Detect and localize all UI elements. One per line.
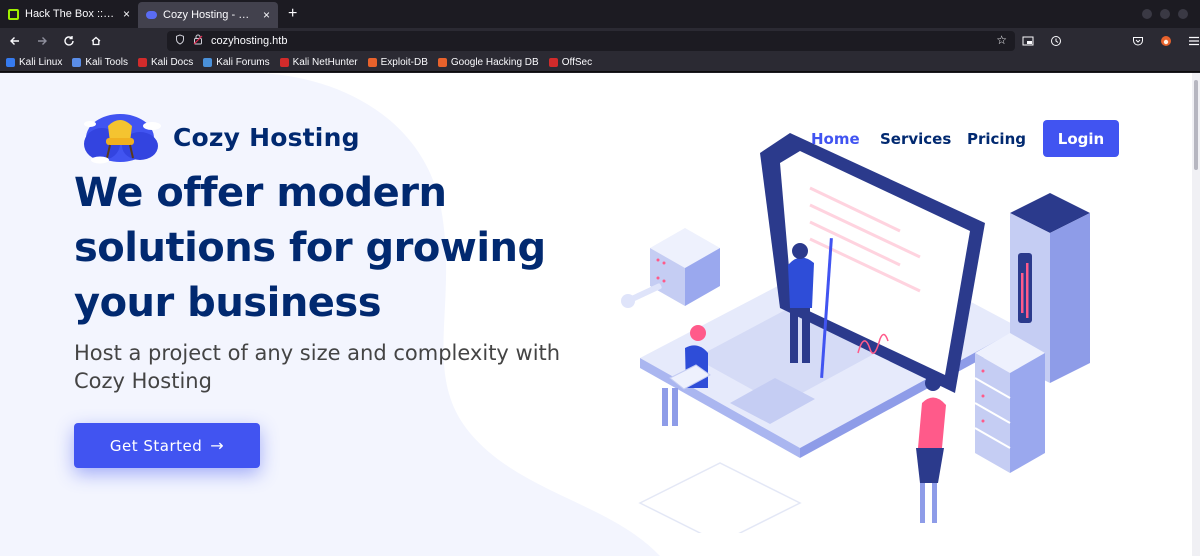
nav-home-link[interactable]: Home xyxy=(811,130,860,148)
bookmark-kali-linux[interactable]: Kali Linux xyxy=(6,57,62,68)
tab-cozy-hosting[interactable]: Cozy Hosting - Home × xyxy=(138,2,278,28)
tab-hackthebox[interactable]: Hack The Box :: Hack The × xyxy=(0,0,138,28)
nav-pricing-link[interactable]: Pricing xyxy=(967,130,1026,148)
picture-in-picture-icon[interactable] xyxy=(1018,31,1038,51)
address-bar[interactable]: cozyhosting.htb ☆ xyxy=(167,31,1015,51)
hackthebox-favicon-icon xyxy=(8,8,19,20)
lock-warning-icon[interactable] xyxy=(193,34,203,48)
bookmark-label: Kali Docs xyxy=(150,57,194,68)
person-woman-right xyxy=(916,375,946,523)
new-tab-button[interactable]: + xyxy=(278,0,307,28)
toolbar-extensions xyxy=(1128,31,1200,51)
menu-hamburger-icon[interactable] xyxy=(1184,31,1200,51)
extension-fox-icon[interactable] xyxy=(1156,31,1176,51)
bookmark-kali-tools[interactable]: Kali Tools xyxy=(72,57,128,68)
tab-bar: Hack The Box :: Hack The × Cozy Hosting … xyxy=(0,0,1200,28)
bookmark-google-hacking-db[interactable]: Google Hacking DB xyxy=(437,57,539,68)
bookmark-label: Kali NetHunter xyxy=(292,57,358,68)
maximize-button[interactable] xyxy=(1160,9,1170,19)
google-hacking-db-icon xyxy=(437,58,447,67)
kali-tools-icon xyxy=(72,58,82,67)
key-shape xyxy=(621,283,662,308)
bookmark-label: OffSec xyxy=(561,57,593,68)
bookmark-label: Kali Linux xyxy=(19,57,63,68)
bookmark-label: Kali Tools xyxy=(85,57,128,68)
hero-title: We offer modern solutions for growing yo… xyxy=(74,170,546,326)
history-icon[interactable] xyxy=(1046,31,1066,51)
forward-icon[interactable] xyxy=(30,31,54,51)
close-tab-icon[interactable]: × xyxy=(263,8,270,22)
bookmark-kali-nethunter[interactable]: Kali NetHunter xyxy=(279,57,358,68)
hosting-illustration xyxy=(621,133,1090,533)
tab-title: Cozy Hosting - Home xyxy=(163,9,257,21)
bookmarks-toolbar: Kali Linux Kali Tools Kali Docs Kali For… xyxy=(0,54,1200,72)
url-text[interactable]: cozyhosting.htb xyxy=(211,35,287,47)
bookmark-label: Google Hacking DB xyxy=(450,57,539,68)
scrollbar-thumb[interactable] xyxy=(1194,80,1198,170)
nav-services-link[interactable]: Services xyxy=(880,130,951,148)
kali-nethunter-icon xyxy=(279,58,289,67)
site-navigation: Home Services Pricing Login xyxy=(0,120,1192,158)
bookmark-kali-docs[interactable]: Kali Docs xyxy=(137,57,194,68)
close-tab-icon[interactable]: × xyxy=(123,7,130,21)
server-stack xyxy=(974,333,1045,473)
pocket-icon[interactable] xyxy=(1128,31,1148,51)
login-button[interactable]: Login xyxy=(1043,120,1119,157)
bookmark-exploit-db[interactable]: Exploit-DB xyxy=(367,57,428,68)
tab-title: Hack The Box :: Hack The xyxy=(25,8,117,20)
shield-icon[interactable] xyxy=(175,34,185,48)
window-controls xyxy=(1142,9,1188,19)
toolbar-right xyxy=(1018,31,1066,51)
bookmark-kali-forums[interactable]: Kali Forums xyxy=(203,57,270,68)
home-icon[interactable] xyxy=(84,31,108,51)
kali-docs-icon xyxy=(137,58,147,67)
kali-forums-icon xyxy=(203,58,213,67)
offsec-icon xyxy=(548,58,558,67)
arrow-right-icon: → xyxy=(210,436,225,455)
get-started-label: Get Started xyxy=(109,436,203,455)
back-icon[interactable] xyxy=(3,31,27,51)
server-left xyxy=(650,228,720,306)
navigation-toolbar: cozyhosting.htb ☆ xyxy=(0,28,1200,54)
kali-linux-icon xyxy=(6,58,15,67)
get-started-button[interactable]: Get Started → xyxy=(74,423,260,468)
reload-icon[interactable] xyxy=(57,31,81,51)
close-window-button[interactable] xyxy=(1178,9,1188,19)
minimize-button[interactable] xyxy=(1142,9,1152,19)
cozy-favicon-icon xyxy=(146,11,157,19)
bookmark-star-icon[interactable]: ☆ xyxy=(996,33,1007,47)
bookmark-label: Exploit-DB xyxy=(380,57,428,68)
bookmark-offsec[interactable]: OffSec xyxy=(548,57,593,68)
bookmark-label: Kali Forums xyxy=(216,57,270,68)
hero-subtitle: Host a project of any size and complexit… xyxy=(74,341,561,393)
exploit-db-icon xyxy=(367,58,377,67)
web-page: Cozy Hosting Home Services Pricing Login… xyxy=(0,73,1192,556)
